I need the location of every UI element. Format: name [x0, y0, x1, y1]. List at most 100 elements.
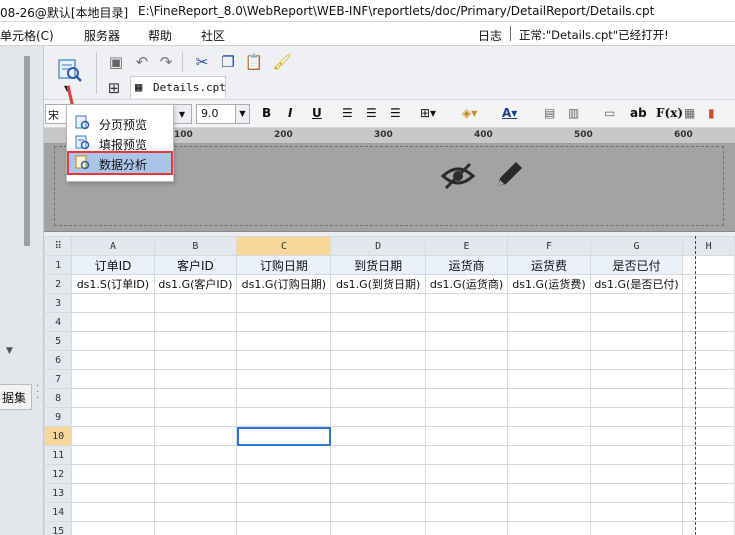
grid-cell[interactable]: [682, 312, 735, 332]
copy-icon[interactable]: ❐: [218, 52, 238, 72]
collapse-down-icon[interactable]: ▼: [6, 346, 13, 356]
grid-cell[interactable]: [589, 293, 684, 313]
table-header-cell[interactable]: 到货日期: [330, 255, 426, 275]
bold-button[interactable]: B: [262, 106, 271, 120]
grid-cell[interactable]: [424, 312, 509, 332]
grid-cell[interactable]: [330, 331, 426, 351]
column-header[interactable]: D: [330, 236, 426, 256]
grid-cell[interactable]: [507, 483, 591, 503]
insert-sheet-icon[interactable]: ⊞: [104, 78, 124, 98]
grid-cell[interactable]: [507, 426, 591, 446]
grid-cell[interactable]: [507, 312, 591, 332]
grid-cell[interactable]: [236, 369, 332, 389]
fill-color-icon[interactable]: ◈▾: [462, 106, 477, 120]
grid-cell[interactable]: [589, 312, 684, 332]
data-binding-cell[interactable]: ds1.G(是否已付): [589, 274, 684, 294]
grid-cell[interactable]: [71, 369, 155, 389]
grid-cell[interactable]: [424, 350, 509, 370]
data-binding-cell[interactable]: ds1.G(运货费): [507, 274, 591, 294]
menu-help[interactable]: 帮助: [148, 27, 172, 44]
row-header[interactable]: 1: [44, 255, 73, 275]
align-center-icon[interactable]: ☰: [366, 106, 377, 120]
grid-cell[interactable]: [507, 502, 591, 522]
grid-cell[interactable]: [682, 350, 735, 370]
align-left-icon[interactable]: ☰: [342, 106, 353, 120]
grid-cell[interactable]: [424, 407, 509, 427]
grid-cell[interactable]: [424, 293, 509, 313]
grid-cell[interactable]: [153, 426, 238, 446]
preview-button[interactable]: [56, 56, 84, 84]
row-header[interactable]: 8: [44, 388, 73, 408]
grid-cell[interactable]: [153, 407, 238, 427]
grid-cell[interactable]: [589, 502, 684, 522]
grid-cell[interactable]: [507, 388, 591, 408]
grid-cell[interactable]: [682, 502, 735, 522]
grid-cell[interactable]: [424, 502, 509, 522]
grid-cell[interactable]: [330, 369, 426, 389]
grid-cell[interactable]: [153, 502, 238, 522]
grid-cell[interactable]: [682, 293, 735, 313]
menu-item-data-analysis[interactable]: 数据分析: [67, 151, 173, 175]
grid-cell[interactable]: [236, 388, 332, 408]
grid-cell[interactable]: [424, 521, 509, 535]
grid-cell[interactable]: [236, 312, 332, 332]
grid-cell[interactable]: [589, 464, 684, 484]
grid-cell[interactable]: [589, 331, 684, 351]
grid-cell[interactable]: [682, 274, 735, 294]
row-header[interactable]: 6: [44, 350, 73, 370]
grid-cell[interactable]: [507, 369, 591, 389]
table-header-cell[interactable]: 是否已付: [589, 255, 684, 275]
column-header[interactable]: B: [153, 236, 238, 256]
grid-cell[interactable]: [682, 483, 735, 503]
row-header[interactable]: 3: [44, 293, 73, 313]
grid-cell[interactable]: [330, 426, 426, 446]
save-icon[interactable]: ▣: [106, 52, 126, 72]
textbox-icon[interactable]: ▭: [604, 106, 615, 120]
grid-cell[interactable]: [330, 464, 426, 484]
row-header[interactable]: 9: [44, 407, 73, 427]
grid-cell[interactable]: [424, 464, 509, 484]
grid-cell[interactable]: [71, 388, 155, 408]
grid-cell[interactable]: [330, 483, 426, 503]
row-header[interactable]: 7: [44, 369, 73, 389]
grid-cell[interactable]: [424, 369, 509, 389]
data-binding-cell[interactable]: ds1.G(订购日期): [236, 274, 332, 294]
sheet-tab[interactable]: ▦ Details.cpt: [130, 76, 226, 98]
grid-cell[interactable]: [236, 407, 332, 427]
grid-cell[interactable]: [153, 521, 238, 535]
grid-cell[interactable]: [507, 464, 591, 484]
grid-cell[interactable]: [236, 293, 332, 313]
grid-cell[interactable]: [71, 483, 155, 503]
grid-cell[interactable]: [424, 388, 509, 408]
grid-cell[interactable]: [153, 483, 238, 503]
row-header[interactable]: 4: [44, 312, 73, 332]
dataset-tab[interactable]: 据集: [0, 384, 32, 410]
select-all-corner[interactable]: ⠿: [44, 236, 73, 256]
grid-cell[interactable]: [71, 502, 155, 522]
table-header-cell[interactable]: 客户ID: [153, 255, 238, 275]
grid-cell[interactable]: [507, 521, 591, 535]
grid-cell[interactable]: [589, 521, 684, 535]
left-panel-scrollbar[interactable]: [24, 56, 30, 246]
grid-cell[interactable]: [589, 483, 684, 503]
grid-cell[interactable]: [71, 293, 155, 313]
grid-cell[interactable]: [236, 464, 332, 484]
chart-icon[interactable]: ▦: [684, 106, 695, 120]
grid-cell[interactable]: [589, 445, 684, 465]
grid-cell[interactable]: [589, 388, 684, 408]
grid-cell[interactable]: [424, 483, 509, 503]
resize-handle-icon[interactable]: · · ·: [36, 382, 39, 404]
data-binding-cell[interactable]: ds1.G(运货商): [424, 274, 509, 294]
grid-cell[interactable]: [153, 388, 238, 408]
row-header[interactable]: 10: [44, 426, 73, 446]
row-header[interactable]: 12: [44, 464, 73, 484]
grid-cell[interactable]: [236, 331, 332, 351]
italic-button[interactable]: I: [288, 106, 292, 120]
merge-cells-icon[interactable]: ▤: [544, 106, 555, 120]
grid-cell[interactable]: [330, 407, 426, 427]
grid-cell[interactable]: [507, 331, 591, 351]
table-header-cell[interactable]: 运货商: [424, 255, 509, 275]
insert-chart-icon[interactable]: ▮: [708, 106, 715, 120]
grid-cell[interactable]: [71, 426, 155, 446]
grid-cell[interactable]: [682, 369, 735, 389]
